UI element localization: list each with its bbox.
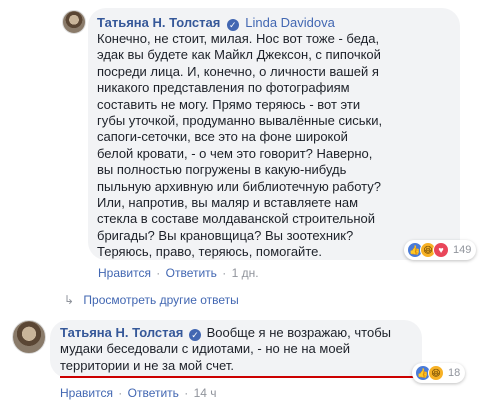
avatar[interactable] [62,10,86,34]
verified-badge-icon: ✓ [188,329,201,341]
comment-line: эдак вы будете как Майкл Джексон, с пипо… [97,47,381,63]
reply-button[interactable]: Ответить [166,266,217,280]
comment-line: посреди лица. И, конечно, о личности ваш… [97,63,379,79]
comment-line: территории и не за мой счет. [60,357,234,373]
comment-line: вы полностью погружены в какую-нибудь [97,162,347,178]
comment-line: Конечно, не стоит, милая. Нос вот тоже -… [97,31,380,46]
reply-button[interactable]: Ответить [128,386,179,400]
separator-dot: · [222,266,227,280]
comment-line: никакого представления по фотографиям [97,80,350,96]
verified-badge-icon: ✓ [226,19,239,31]
author-name[interactable]: Татьяна Н. Толстая [60,325,183,340]
reactions-summary[interactable]: 👍 😆 ♥ 149 [404,240,477,260]
comment-line: губы уточкой, продуманно вывалённые сись… [97,113,383,129]
like-button[interactable]: Нравится [98,266,151,280]
separator-dot: · [156,266,161,280]
comment-actions: Нравится · Ответить · 1 дн. [98,266,259,280]
mention-link[interactable]: Linda Davidova [245,15,335,30]
comment-line: пыльную архивную или библиотечную работу… [97,178,381,194]
reactions-summary[interactable]: 👍 😆 18 [412,363,466,383]
reaction-count: 149 [453,244,472,256]
avatar[interactable] [12,320,46,354]
comment-text: Татьяна Н. Толстая ✓ Вообще я не возража… [60,325,420,374]
comment-line: мудаки беседовали с идиотами, - но не на… [60,341,351,357]
comment-line: составить не могу. Прямо теряюсь - вот э… [97,96,361,112]
separator-dot: · [184,386,189,400]
like-button[interactable]: Нравится [60,386,113,400]
haha-icon: 😆 [428,365,444,381]
timestamp[interactable]: 1 дн. [232,266,259,280]
comment-line: белой кровати, - о чем это говорит? Наве… [97,145,373,161]
comment-text: Конечно, не стоит, милая. Нос вот тоже -… [97,31,457,261]
comment-line: бригады? Вы крановщица? Вы зоотехник? [97,227,354,243]
timestamp[interactable]: 14 ч [194,386,217,400]
reply-arrow-icon: ↳ [64,293,75,307]
comment-line: сапоги-сеточки, все это на фоне широкой [97,129,348,145]
love-icon: ♥ [433,242,449,258]
separator-dot: · [118,386,123,400]
author-name[interactable]: Татьяна Н. Толстая [97,15,220,30]
comment-actions: Нравится · Ответить · 14 ч [60,386,217,400]
view-more-replies[interactable]: ↳ Просмотреть другие ответы [64,293,239,307]
comment-line: стекла в составе молдаванской строительн… [97,211,376,227]
comment-line: Вообще я не возражаю, чтобы [206,325,391,340]
highlight-underline [60,376,416,378]
reaction-count: 18 [448,367,461,379]
comment-line: Или, напротив, вы маляр и вставляете нам [97,195,359,211]
comment-line: Теряюсь, право, теряюсь, помогайте. [97,244,322,260]
view-more-replies-label[interactable]: Просмотреть другие ответы [83,293,238,307]
comment-header: Татьяна Н. Толстая ✓ Linda Davidova [97,14,335,32]
